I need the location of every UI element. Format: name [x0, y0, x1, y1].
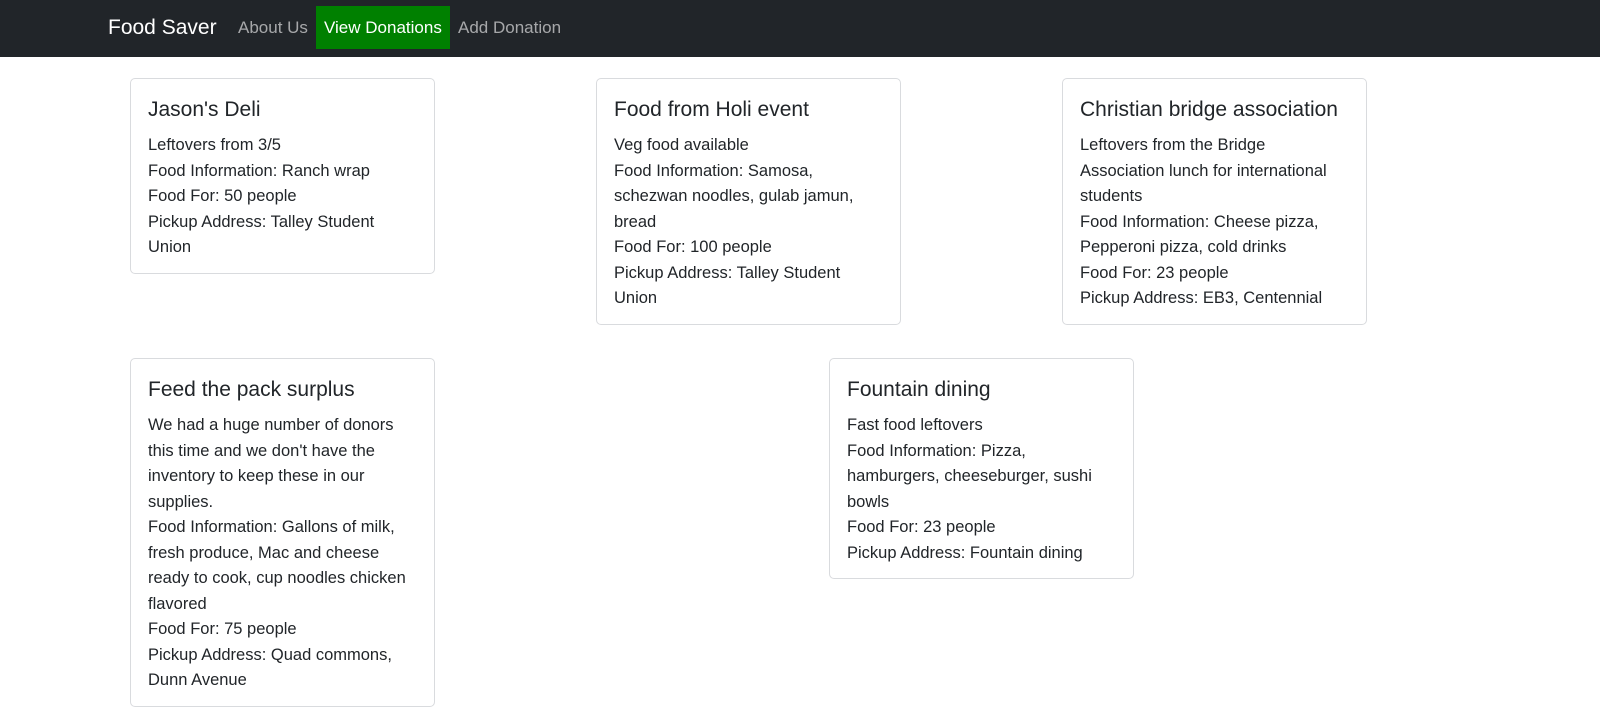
donation-description: Leftovers from the Bridge Association lu… [1080, 136, 1327, 205]
donation-food-info: Food Information: Ranch wrap [148, 161, 370, 180]
donation-food-info: Food Information: Gallons of milk, fresh… [148, 518, 406, 613]
donation-food-for: Food For: 75 people [148, 620, 297, 638]
donation-pickup-address: Pickup Address: Fountain dining [847, 543, 1083, 562]
donation-description: Fast food leftovers [847, 416, 983, 434]
donation-pickup-address: Pickup Address: Talley Student Union [148, 212, 375, 257]
donation-title: Jason's Deli [148, 98, 261, 121]
donation-card: Feed the pack surplus We had a huge numb… [130, 358, 435, 707]
donation-food-for: Food For: 23 people [1080, 263, 1229, 282]
donation-food-for: Food For: 23 people [847, 518, 996, 536]
navbar: Food Saver About Us View Donations Add D… [0, 0, 1600, 57]
nav-about-us[interactable]: About Us [230, 0, 316, 48]
nav-add-donation[interactable]: Add Donation [450, 0, 569, 48]
donation-card: Food from Holi event Veg food available … [596, 78, 901, 325]
donation-food-for: Food For: 100 people [614, 238, 772, 256]
brand-link[interactable]: Food Saver [108, 15, 217, 41]
donation-title: Fountain dining [847, 378, 991, 401]
donation-food-info: Food Information: Pizza, hamburgers, che… [847, 441, 1092, 511]
donation-description: Leftovers from 3/5 [148, 136, 281, 154]
donation-pickup-address: Pickup Address: EB3, Centennial [1080, 289, 1323, 307]
donation-food-info: Food Information: Cheese pizza, Pepperon… [1080, 212, 1319, 257]
donation-card: Christian bridge association Leftovers f… [1062, 78, 1367, 325]
donation-description: Veg food available [614, 136, 749, 154]
donation-title: Feed the pack surplus [148, 378, 355, 401]
donation-food-info: Food Information: Samosa, schezwan noodl… [614, 161, 854, 231]
donation-description: We had a huge number of donors this time… [148, 416, 394, 511]
nav-view-donations[interactable]: View Donations [316, 6, 450, 49]
donation-card: Fountain dining Fast food leftovers Food… [829, 358, 1134, 579]
donation-title: Food from Holi event [614, 98, 809, 121]
donation-pickup-address: Pickup Address: Quad commons, Dunn Avenu… [148, 645, 392, 690]
donation-pickup-address: Pickup Address: Talley Student Union [614, 263, 841, 308]
donation-title: Christian bridge association [1080, 98, 1338, 121]
donation-food-for: Food For: 50 people [148, 187, 297, 205]
donation-card: Jason's Deli Leftovers from 3/5 Food Inf… [130, 78, 435, 274]
